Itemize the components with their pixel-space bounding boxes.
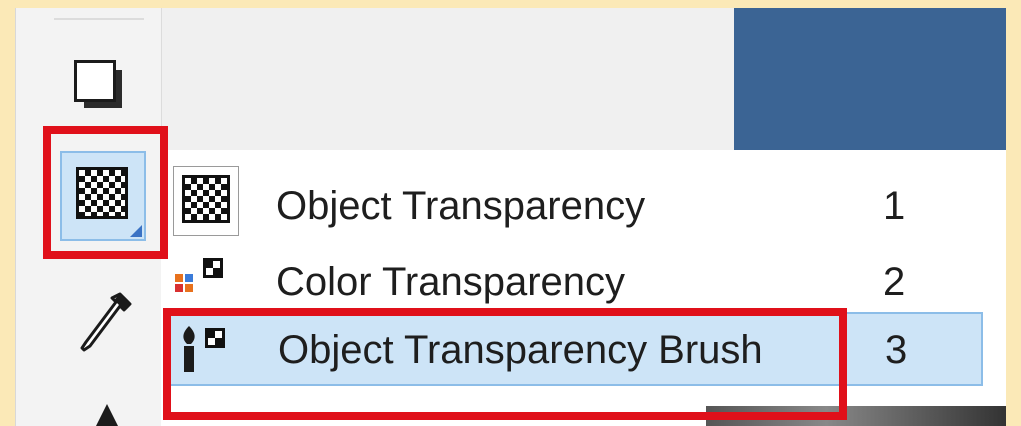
color-panel	[734, 8, 1006, 150]
menu-item-highlight-box	[163, 308, 847, 420]
menu-item-label: Color Transparency	[276, 260, 626, 304]
object-transparency-icon	[173, 166, 239, 236]
menu-item-shortcut: 1	[883, 184, 906, 228]
property-panel	[161, 8, 737, 150]
menu-item-shortcut: 2	[883, 260, 906, 304]
color-transparency-icon	[173, 254, 233, 310]
menu-item-shortcut: 3	[885, 328, 908, 372]
toolbox-separator	[54, 18, 144, 20]
menu-item-label: Object Transparency	[276, 184, 646, 228]
tool-highlight-box	[43, 126, 168, 259]
menu-item-color-transparency[interactable]: Color Transparency 2	[161, 242, 991, 312]
eyedropper-icon[interactable]	[76, 288, 136, 368]
app-window: Object Transparency 1 Color Transparency…	[15, 8, 1006, 426]
drop-shadow-icon[interactable]	[74, 60, 126, 116]
pen-icon[interactable]	[92, 404, 122, 426]
menu-item-object-transparency[interactable]: Object Transparency 1	[161, 166, 991, 244]
